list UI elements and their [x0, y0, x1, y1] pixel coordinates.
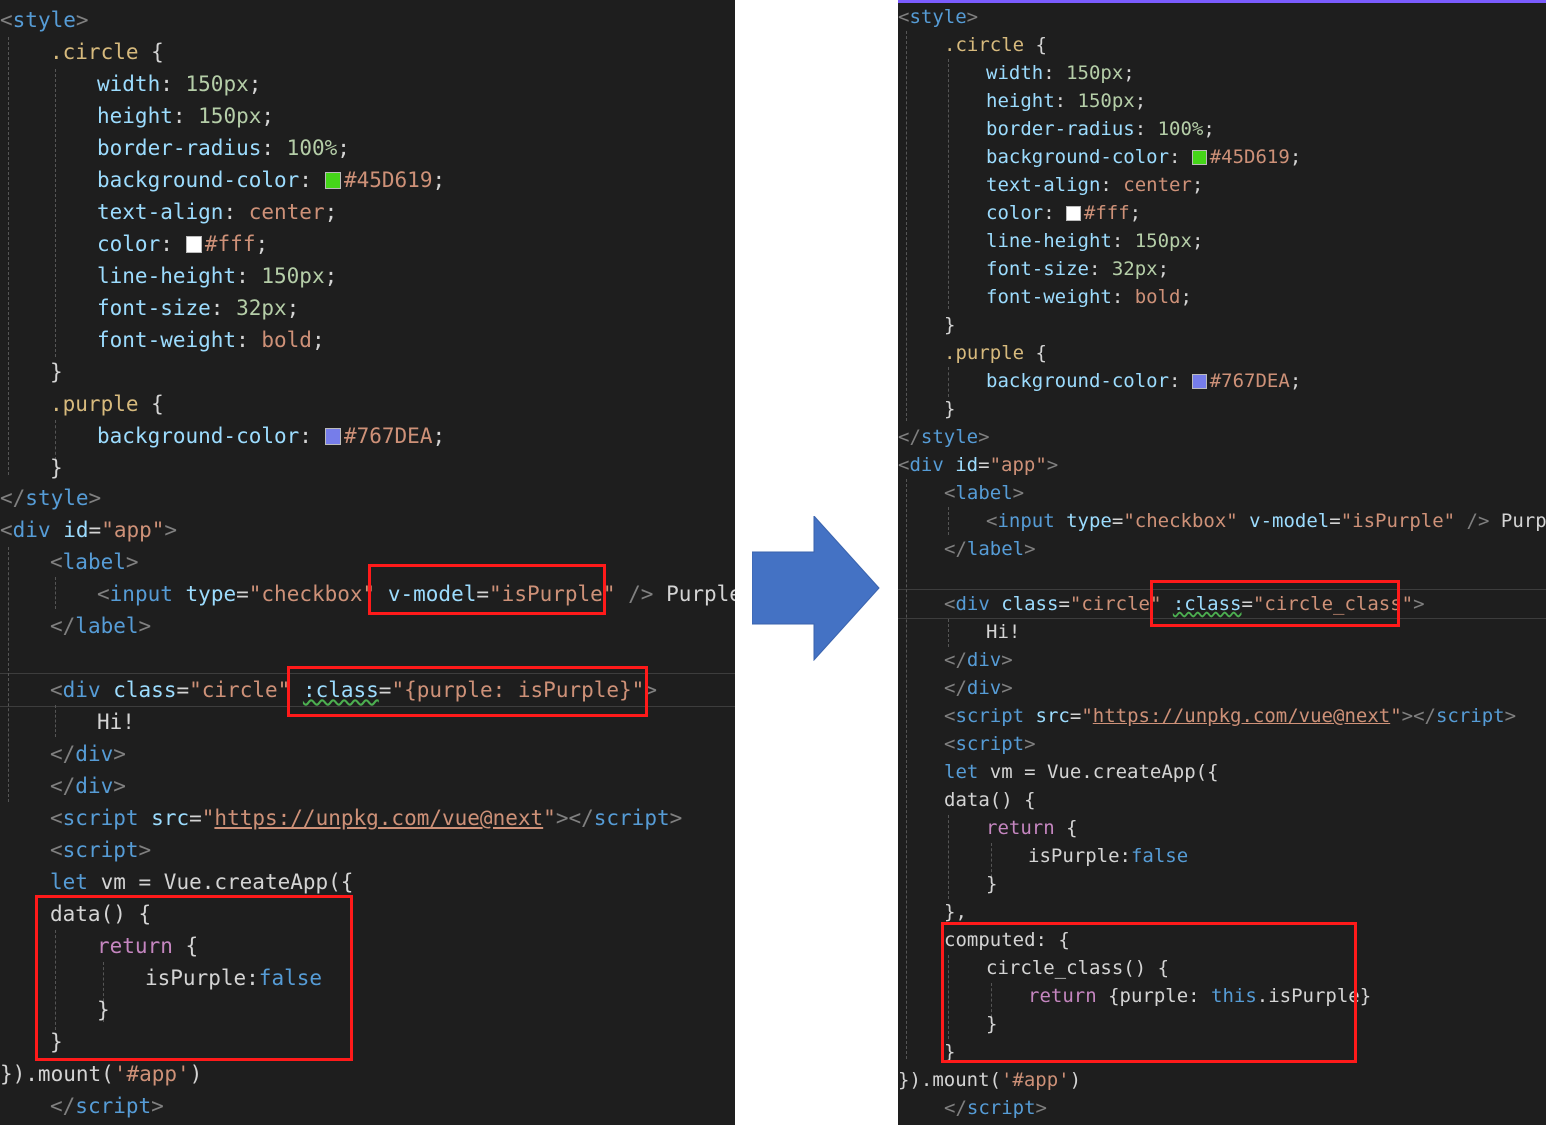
code-line: <label>	[50, 550, 139, 574]
indent-guide	[948, 367, 949, 397]
code-line: font-size: 32px;	[986, 258, 1170, 280]
code-line: }	[50, 456, 63, 480]
code-line: </div>	[50, 774, 126, 798]
indent-guide	[948, 507, 949, 535]
code-line: Hi!	[97, 710, 135, 734]
code-line: </div>	[944, 677, 1013, 699]
indent-guide	[948, 619, 949, 647]
code-line: }).mount('#app')	[0, 1062, 203, 1086]
code-line: line-height: 150px;	[97, 264, 338, 288]
code-line: }	[944, 314, 956, 336]
code-line: return {	[986, 817, 1078, 839]
indent-guide	[906, 479, 907, 1059]
highlight-box-vmodel	[368, 564, 606, 615]
code-line: line-height: 150px;	[986, 230, 1204, 252]
color-swatch-icon[interactable]	[1191, 373, 1207, 389]
indent-guide	[55, 577, 56, 609]
code-line: font-weight: bold;	[97, 328, 325, 352]
code-line: border-radius: 100%;	[97, 136, 350, 160]
code-line: color: #fff;	[97, 232, 269, 256]
code-line: .purple {	[944, 342, 1047, 364]
right-code-editor[interactable]: <style> .circle { width: 150px; height: …	[898, 0, 1546, 1125]
code-line: data() {	[944, 789, 1036, 811]
code-line: Hi!	[986, 621, 1021, 643]
code-line: </label>	[50, 614, 152, 638]
code-line: <style>	[898, 6, 979, 28]
color-swatch-icon[interactable]	[185, 236, 202, 253]
code-line: background-color: #45D619;	[97, 168, 446, 192]
indent-guide	[948, 815, 949, 899]
code-line: .circle {	[944, 34, 1047, 56]
indent-guide	[906, 31, 907, 421]
code-line: </label>	[944, 538, 1036, 560]
code-line: <input type="checkbox" v-model="isPurple…	[986, 510, 1546, 532]
color-swatch-icon[interactable]	[324, 428, 341, 445]
code-line: width: 150px;	[986, 62, 1135, 84]
highlight-box-data	[35, 895, 353, 1061]
code-line: background-color: #767DEA;	[97, 424, 446, 448]
code-line: <div id="app">	[0, 518, 178, 542]
code-line: isPurple:false	[1028, 845, 1189, 867]
code-line: let vm = Vue.createApp({	[944, 761, 1219, 783]
highlight-box-class-binding	[1150, 580, 1400, 627]
indent-guide	[8, 547, 9, 802]
script-src-link[interactable]: https://unpkg.com/vue@next	[214, 806, 543, 830]
code-line: background-color: #767DEA;	[986, 370, 1302, 392]
code-line: font-weight: bold;	[986, 286, 1192, 308]
code-line: border-radius: 100%;	[986, 118, 1215, 140]
color-swatch-icon[interactable]	[1066, 205, 1081, 221]
code-line: </style>	[898, 426, 990, 448]
code-line: height: 150px;	[986, 90, 1147, 112]
left-code-editor[interactable]: <style> .circle { width: 150px; height: …	[0, 0, 735, 1125]
code-line: </script>	[50, 1094, 164, 1118]
color-swatch-icon[interactable]	[1191, 149, 1207, 165]
code-line: <script>	[50, 838, 152, 862]
code-line: <div id="app">	[898, 454, 1059, 476]
code-line: <style>	[0, 8, 89, 32]
code-line: width: 150px;	[97, 72, 262, 96]
code-line: </script>	[944, 1097, 1047, 1119]
code-line: }	[986, 873, 998, 895]
highlight-box-computed	[941, 922, 1357, 1063]
code-line: .circle {	[50, 40, 164, 64]
code-line: let vm = Vue.createApp({	[50, 870, 354, 894]
code-line: </div>	[944, 649, 1013, 671]
highlight-box-class-binding	[287, 666, 648, 717]
code-line: font-size: 32px;	[97, 296, 300, 320]
right-arrow-icon	[752, 516, 880, 661]
code-line: color: #fff;	[986, 202, 1142, 224]
color-swatch-icon[interactable]	[324, 172, 341, 189]
code-line: <script>	[944, 733, 1036, 755]
indent-guide	[948, 59, 949, 309]
code-line: }	[944, 398, 956, 420]
code-line: </style>	[0, 486, 102, 510]
indent-guide	[55, 69, 56, 357]
code-line: text-align: center;	[986, 174, 1204, 196]
code-line: <script src="https://unpkg.com/vue@next"…	[944, 705, 1517, 727]
code-line: text-align: center;	[97, 200, 338, 224]
code-line: <script src="https://unpkg.com/vue@next"…	[50, 806, 683, 830]
code-line: height: 150px;	[97, 104, 275, 128]
code-line: .purple {	[50, 392, 164, 416]
indent-guide	[8, 37, 9, 475]
code-line: }	[50, 360, 63, 384]
code-line: background-color: #45D619;	[986, 146, 1302, 168]
script-src-link[interactable]: https://unpkg.com/vue@next	[1093, 705, 1390, 727]
code-line: </div>	[50, 742, 126, 766]
code-line: }).mount('#app')	[898, 1069, 1082, 1091]
code-line: <label>	[944, 482, 1025, 504]
indent-guide	[55, 705, 56, 737]
